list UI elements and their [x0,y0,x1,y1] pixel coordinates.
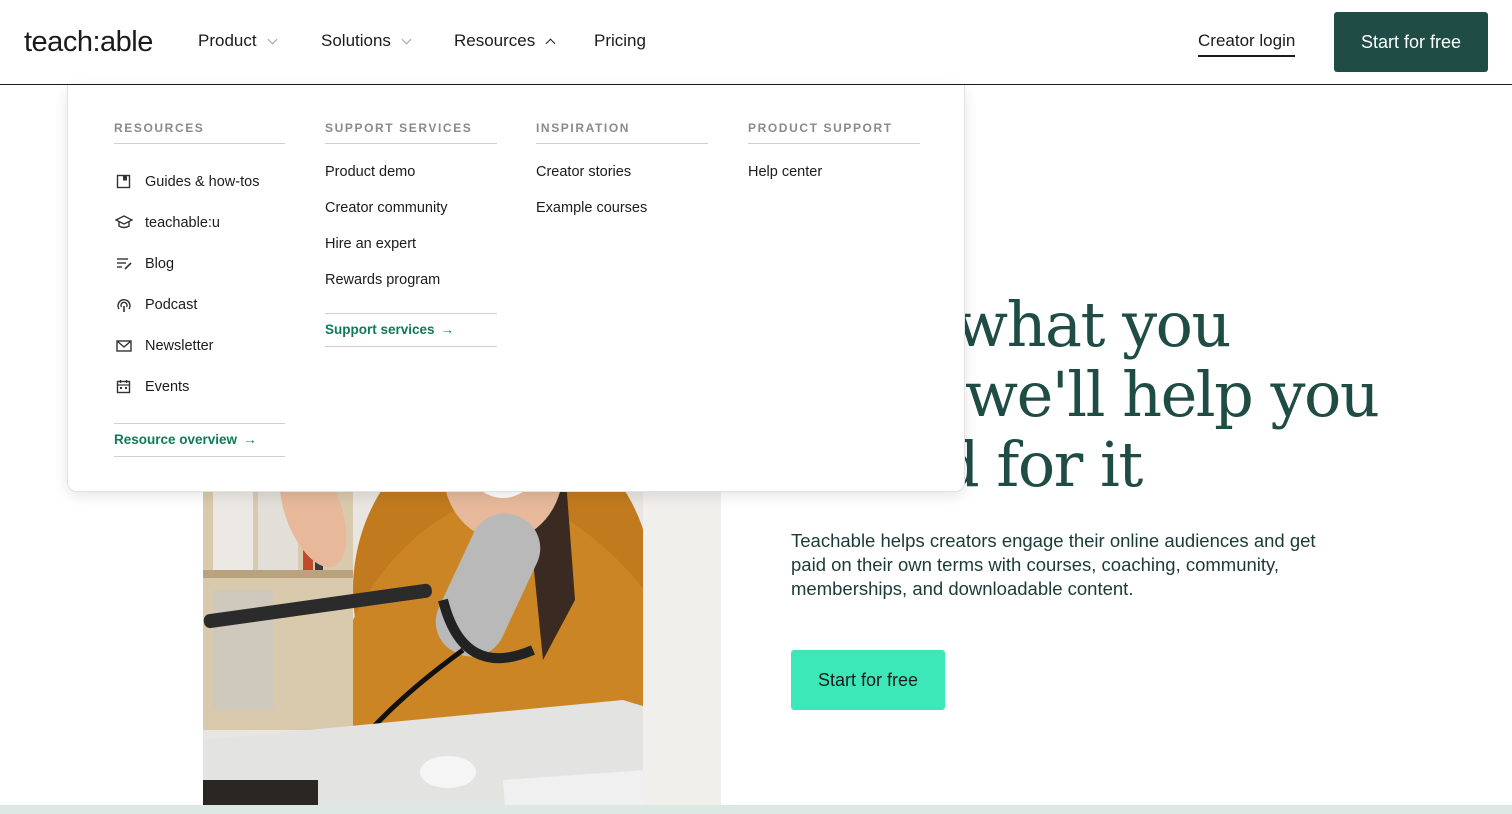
start-for-free-button-header[interactable]: Start for free [1334,12,1488,72]
inspiration-heading: INSPIRATION [536,121,708,144]
support-services-link[interactable]: Support services → [325,313,497,347]
support-services-column: SUPPORT SERVICES Product demo Creator co… [325,121,497,347]
menu-item-guides[interactable]: Guides & how-tos [114,161,285,202]
menu-item-help-center[interactable]: Help center [748,154,920,190]
podcast-icon [114,295,133,314]
menu-item-hire-an-expert[interactable]: Hire an expert [325,226,497,262]
resources-column: RESOURCES Guides & how-tos teachable:u B… [114,121,285,457]
nav-resources[interactable]: Resources [454,29,556,53]
arrow-right-icon: → [440,322,455,337]
support-services-list: Product demo Creator community Hire an e… [325,154,497,298]
resource-overview-link[interactable]: Resource overview → [114,423,285,457]
support-services-heading: SUPPORT SERVICES [325,121,497,144]
menu-item-product-demo[interactable]: Product demo [325,154,497,190]
book-icon [114,172,133,191]
graduation-cap-icon [114,213,133,232]
product-support-list: Help center [748,154,920,190]
section-divider-band [0,805,1512,814]
creator-login-link[interactable]: Creator login [1198,29,1296,57]
edit-lines-icon [114,254,133,273]
product-support-heading: PRODUCT SUPPORT [748,121,920,144]
nav-solutions[interactable]: Solutions [321,29,412,53]
arrow-right-icon: → [243,432,257,447]
product-support-column: PRODUCT SUPPORT Help center [748,121,920,190]
menu-item-teachable-u-label: teachable:u [145,214,220,231]
menu-item-blog-label: Blog [145,255,175,272]
menu-item-example-courses[interactable]: Example courses [536,190,708,226]
menu-item-creator-stories[interactable]: Creator stories [536,154,708,190]
menu-item-events[interactable]: Events [114,366,285,407]
nav-pricing-label: Pricing [594,31,646,50]
site-header: teach:able Product Solutions Resources P… [0,0,1512,85]
menu-item-creator-community[interactable]: Creator community [325,190,497,226]
start-for-free-button-hero[interactable]: Start for free [791,650,945,710]
menu-item-guides-label: Guides & how-tos [145,173,260,190]
menu-item-newsletter-label: Newsletter [145,337,214,354]
nav-product[interactable]: Product [198,29,278,53]
menu-item-teachable-u[interactable]: teachable:u [114,202,285,243]
calendar-icon [114,377,133,396]
nav-solutions-label: Solutions [321,31,391,50]
menu-item-blog[interactable]: Blog [114,243,285,284]
inspiration-column: INSPIRATION Creator stories Example cour… [536,121,708,226]
resources-heading: RESOURCES [114,121,285,144]
menu-item-podcast-label: Podcast [145,296,198,313]
nav-pricing[interactable]: Pricing [594,29,646,53]
menu-item-newsletter[interactable]: Newsletter [114,325,285,366]
nav-resources-label: Resources [454,31,536,50]
hero-description: Teachable helps creators engage their on… [791,530,1316,599]
menu-item-podcast[interactable]: Podcast [114,284,285,325]
chevron-down-icon [401,34,412,44]
nav-product-label: Product [198,31,257,50]
menu-item-rewards-program[interactable]: Rewards program [325,262,497,298]
resources-list: Guides & how-tos teachable:u Blog Podcas… [114,161,285,407]
teachable-logo[interactable]: teach:able [24,24,153,60]
resource-overview-label: Resource overview [114,432,238,447]
resources-dropdown-menu: RESOURCES Guides & how-tos teachable:u B… [67,85,965,492]
menu-item-events-label: Events [145,378,190,395]
support-services-link-label: Support services [325,322,435,337]
chevron-up-icon [545,38,556,48]
mail-icon [114,336,133,355]
chevron-down-icon [267,34,278,44]
inspiration-list: Creator stories Example courses [536,154,708,226]
